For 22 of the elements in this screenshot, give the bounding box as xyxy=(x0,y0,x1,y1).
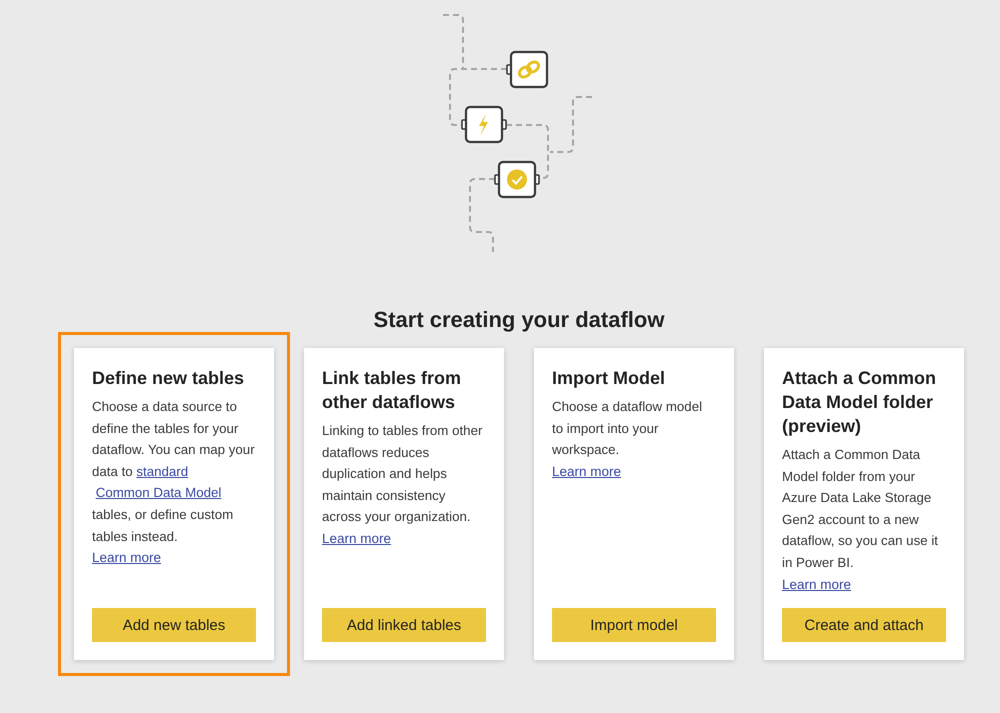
action-button[interactable]: Import model xyxy=(552,608,716,642)
connector-line xyxy=(550,96,592,153)
card-description: Attach a Common Data Model folder from your Azure Data Lake Storage Gen2 account to a new dataflow, so you can use it in Power BI. xyxy=(782,446,939,572)
card-title: Attach a Common Data Model folder (preview) xyxy=(782,367,938,438)
card-title: Import Model xyxy=(552,367,666,390)
page-heading: Start creating your dataflow xyxy=(374,306,664,334)
link-node-icon xyxy=(506,50,548,88)
cdm-link[interactable]: standard xyxy=(136,460,188,482)
action-button[interactable]: Add new tables xyxy=(92,608,256,642)
card-description: Choose a dataflow model to import into your workspace. xyxy=(552,398,704,460)
action-button[interactable]: Create and attach xyxy=(782,608,946,642)
learn-more-link[interactable]: Learn more xyxy=(92,547,162,569)
cdm-link[interactable]: Common Data Model xyxy=(96,482,222,504)
learn-more-link[interactable]: Learn more xyxy=(322,528,392,550)
learn-more-link[interactable]: Learn more xyxy=(782,574,852,596)
card-title: Define new tables xyxy=(92,367,246,390)
learn-more-link[interactable]: Learn more xyxy=(552,460,622,482)
card-description: Choose a data source to define the tables for your dataflow. You can map your data to standard Common Data Model tables, or define custom tables instead. xyxy=(92,398,256,546)
action-button[interactable]: Add linked tables xyxy=(322,608,486,642)
connector-line xyxy=(506,124,549,179)
card-title: Link tables from other dataflows xyxy=(322,367,462,414)
card-description: Linking to tables from other dataflows reduces duplication and helps maintain consistency across your organization. xyxy=(322,422,484,526)
